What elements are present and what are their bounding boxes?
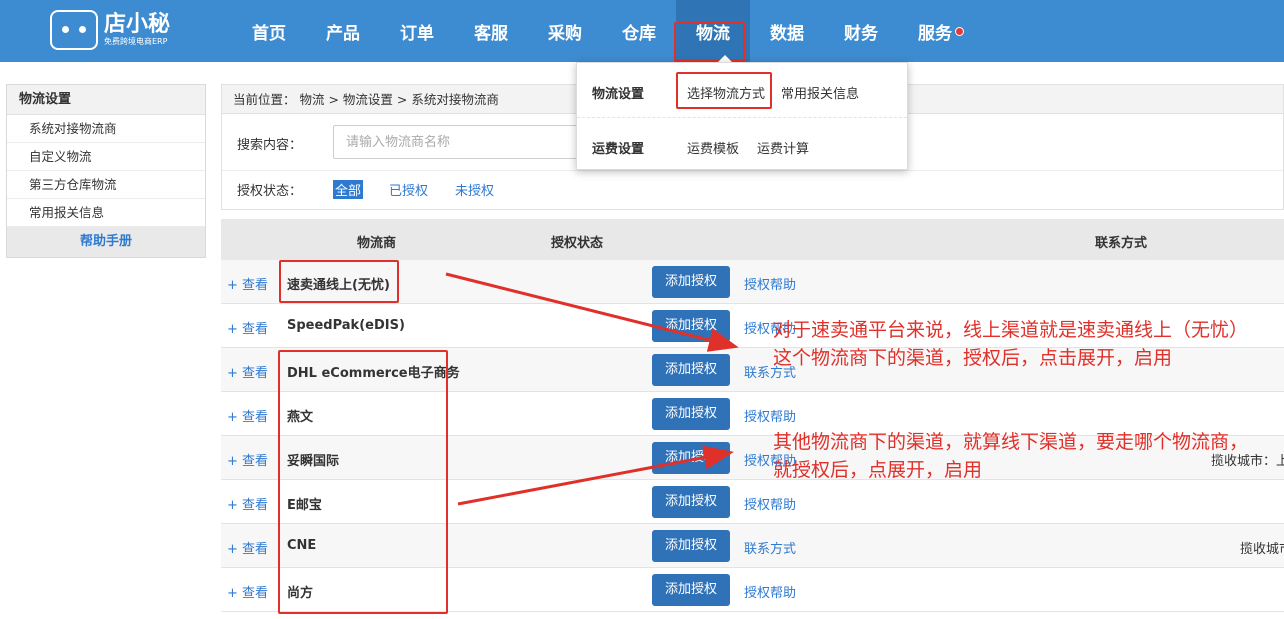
provider-table: 物流商 授权状态 联系方式 + 查看 速卖通线上(无忧) 添加授权 授权帮助 +… <box>221 219 1284 612</box>
header-provider: 物流商 <box>357 236 397 251</box>
sidebar-item-system-providers[interactable]: 系统对接物流商 <box>7 115 205 143</box>
nav-warehouse[interactable]: 仓库 <box>602 0 676 62</box>
add-authorization-button[interactable]: 添加授权 <box>652 266 730 298</box>
main-nav: 首页 产品 订单 客服 采购 仓库 物流 数据 财务 服务 <box>232 0 972 62</box>
view-link[interactable]: + 查看 <box>227 362 268 381</box>
row-help-link[interactable]: 授权帮助 <box>744 494 796 513</box>
auth-status-label: 授权状态： <box>237 184 303 199</box>
table-row: + 查看 CNE 添加授权 联系方式 揽收城市 <box>221 524 1284 568</box>
add-authorization-button[interactable]: 添加授权 <box>652 354 730 386</box>
row-help-link[interactable]: 授权帮助 <box>744 274 796 293</box>
menu-item-select-method[interactable]: 选择物流方式 <box>687 83 765 102</box>
sidebar-item-third-party-warehouse[interactable]: 第三方仓库物流 <box>7 171 205 199</box>
view-link[interactable]: + 查看 <box>227 450 268 469</box>
row-contact-link[interactable]: 联系方式 <box>744 538 796 557</box>
dropdown-row-logistics-settings: 物流设置 选择物流方式 常用报关信息 <box>577 63 907 117</box>
add-authorization-button[interactable]: 添加授权 <box>652 486 730 518</box>
sidebar-title: 物流设置 <box>7 85 205 115</box>
logo[interactable]: 店小秘 免费跨境电商ERP <box>50 10 170 50</box>
provider-name: E邮宝 <box>287 498 322 513</box>
view-link[interactable]: + 查看 <box>227 406 268 425</box>
dropdown-row-shipping-fee: 运费设置 运费模板 运费计算 <box>577 117 907 171</box>
annotation-online-channel: 对于速卖通平台来说，线上渠道就是速卖通线上（无忧）这个物流商下的渠道，授权后，点… <box>773 319 1249 369</box>
add-authorization-button[interactable]: 添加授权 <box>652 574 730 606</box>
table-row: + 查看 E邮宝 添加授权 授权帮助 <box>221 480 1284 524</box>
nav-orders[interactable]: 订单 <box>380 0 454 62</box>
table-row: + 查看 速卖通线上(无忧) 添加授权 授权帮助 <box>221 260 1284 304</box>
menu-item-fee-calculator[interactable]: 运费计算 <box>757 138 809 157</box>
add-authorization-button[interactable]: 添加授权 <box>652 442 730 474</box>
add-authorization-button[interactable]: 添加授权 <box>652 398 730 430</box>
nav-services[interactable]: 服务 <box>898 0 972 62</box>
sidebar-item-customs-info[interactable]: 常用报关信息 <box>7 199 205 227</box>
provider-name: 尚方 <box>287 586 314 601</box>
view-link[interactable]: + 查看 <box>227 582 268 601</box>
provider-name: 速卖通线上(无忧) <box>287 278 390 293</box>
nav-logistics[interactable]: 物流 <box>676 0 750 62</box>
dropdown-caret <box>718 55 732 62</box>
row-help-link[interactable]: 授权帮助 <box>744 406 796 425</box>
view-link[interactable]: + 查看 <box>227 538 268 557</box>
robot-logo-icon <box>50 10 98 50</box>
nav-customer-service[interactable]: 客服 <box>454 0 528 62</box>
nav-home[interactable]: 首页 <box>232 0 306 62</box>
left-sidebar: 物流设置 系统对接物流商 自定义物流 第三方仓库物流 常用报关信息 帮助手册 <box>6 84 206 258</box>
menu-item-fee-template[interactable]: 运费模板 <box>687 138 739 157</box>
header-contact: 联系方式 <box>1095 236 1148 251</box>
top-nav-bar: 店小秘 免费跨境电商ERP 首页 产品 订单 客服 采购 仓库 物流 数据 财务… <box>0 0 1284 62</box>
annotation-offline-channel: 其他物流商下的渠道，就算线下渠道，要走哪个物流商，就授权后，点展开，启用 <box>773 431 1249 481</box>
nav-data[interactable]: 数据 <box>750 0 824 62</box>
dropdown-heading-shipping-fee: 运费设置 <box>592 142 645 157</box>
add-authorization-button[interactable]: 添加授权 <box>652 530 730 562</box>
notification-dot <box>955 27 964 36</box>
nav-services-label: 服务 <box>918 23 952 44</box>
logistics-dropdown-menu: 物流设置 选择物流方式 常用报关信息 运费设置 运费模板 运费计算 <box>576 62 908 170</box>
table-row: + 查看 尚方 添加授权 授权帮助 <box>221 568 1284 612</box>
view-link[interactable]: + 查看 <box>227 318 268 337</box>
nav-purchase[interactable]: 采购 <box>528 0 602 62</box>
view-link[interactable]: + 查看 <box>227 274 268 293</box>
table-header: 物流商 授权状态 联系方式 <box>221 219 1284 260</box>
dropdown-heading-logistics: 物流设置 <box>592 87 645 102</box>
nav-products[interactable]: 产品 <box>306 0 380 62</box>
provider-name: 妥瞬国际 <box>287 454 340 469</box>
auth-filter-unauthorized[interactable]: 未授权 <box>455 180 494 199</box>
logo-subtitle: 免费跨境电商ERP <box>104 37 168 46</box>
provider-name: CNE <box>287 538 317 553</box>
provider-name: 燕文 <box>287 410 314 425</box>
auth-filter-all[interactable]: 全部 <box>333 180 364 199</box>
logo-name: 店小秘 <box>104 12 171 37</box>
add-authorization-button[interactable]: 添加授权 <box>652 310 730 342</box>
provider-name: SpeedPak(eDIS) <box>287 318 405 333</box>
row-help-link[interactable]: 授权帮助 <box>744 582 796 601</box>
nav-finance[interactable]: 财务 <box>824 0 898 62</box>
header-auth-status: 授权状态 <box>551 236 604 251</box>
view-link[interactable]: + 查看 <box>227 494 268 513</box>
search-label: 搜索内容： <box>237 138 303 153</box>
auth-filter-authorized[interactable]: 已授权 <box>389 180 428 199</box>
sidebar-item-custom-logistics[interactable]: 自定义物流 <box>7 143 205 171</box>
menu-item-customs-info[interactable]: 常用报关信息 <box>781 83 859 102</box>
help-manual-link[interactable]: 帮助手册 <box>7 227 205 257</box>
pickup-city: 揽收城市 <box>1240 542 1284 557</box>
provider-name: DHL eCommerce电子商务 <box>287 366 460 381</box>
